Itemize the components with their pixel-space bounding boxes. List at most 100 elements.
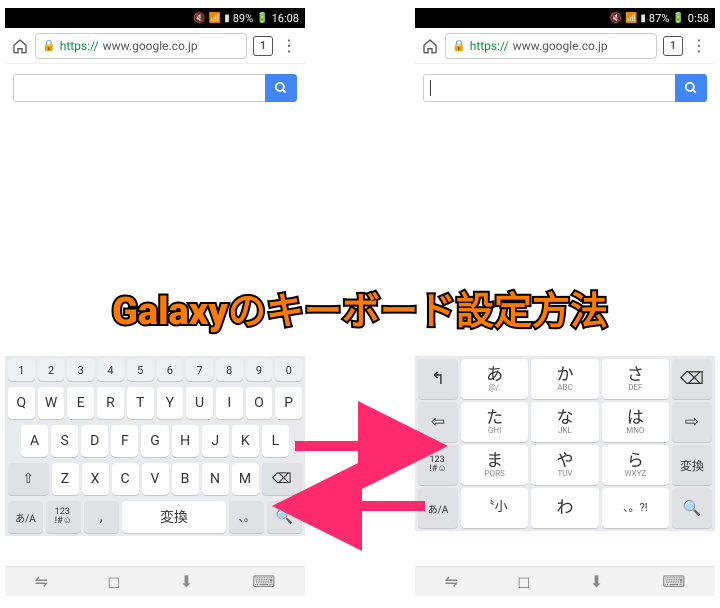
kb-key[interactable]: 2 — [38, 359, 65, 381]
search-input[interactable] — [13, 74, 265, 102]
kb-key[interactable]: 6 — [157, 359, 184, 381]
kb-key[interactable]: J — [202, 425, 229, 457]
kb-key[interactable]: Y — [157, 387, 184, 419]
kb-key[interactable]: 8 — [216, 359, 243, 381]
google-search-row — [415, 64, 715, 110]
nav-back[interactable]: ⬇ — [180, 572, 193, 591]
kb-key[interactable]: 1 — [8, 359, 35, 381]
kb-key[interactable]: 5 — [127, 359, 154, 381]
kb-key[interactable]: F — [111, 425, 138, 457]
kb-key[interactable]: N — [202, 463, 229, 495]
nav-recents[interactable]: ⇋ — [445, 572, 458, 591]
menu-button[interactable]: ⋮ — [279, 36, 299, 55]
browser-url-bar: 🔒 https://www.google.co.jp 1 ⋮ — [415, 28, 715, 64]
kb-row-numbers: 1 2 3 4 5 6 7 8 9 0 — [5, 356, 305, 384]
nav-keyboard-hide[interactable]: ⌨ — [252, 572, 275, 591]
tenkey-key[interactable]: はMNO — [602, 402, 669, 442]
tenkey-key[interactable]: わ — [531, 488, 598, 528]
kb-key[interactable]: Z — [52, 463, 79, 495]
tenkey-key[interactable]: たGHI — [461, 402, 528, 442]
tenkey-henkan[interactable]: 変換 — [672, 445, 712, 485]
battery-percent: 87% — [649, 12, 669, 25]
menu-button[interactable]: ⋮ — [689, 36, 709, 55]
status-bar: 🔇 📶 ▮ 89% 🔋 16:08 — [5, 8, 305, 28]
tab-count[interactable]: 1 — [253, 36, 273, 56]
nav-back[interactable]: ⬇ — [590, 572, 603, 591]
kb-key[interactable]: 0 — [275, 359, 302, 381]
nav-bar: ⇋ ◻ ⬇ ⌨ — [5, 566, 305, 596]
lock-icon: 🔒 — [452, 39, 466, 52]
kb-key[interactable]: U — [186, 387, 213, 419]
tenkey-key[interactable]: 〝小 — [461, 488, 528, 528]
battery-icon: 🔋 — [256, 13, 268, 24]
search-input[interactable] — [423, 74, 675, 102]
kb-key[interactable]: L — [262, 425, 289, 457]
tenkey-key[interactable]: あ@/: — [461, 359, 528, 399]
mute-icon: 🔇 — [609, 13, 621, 24]
kb-punct-key[interactable]: 、。 — [229, 501, 264, 533]
nav-home[interactable]: ◻ — [517, 572, 530, 591]
url-host: www.google.co.jp — [103, 39, 198, 53]
home-icon[interactable] — [421, 37, 439, 55]
kb-key[interactable]: V — [142, 463, 169, 495]
nav-recents[interactable]: ⇋ — [35, 572, 48, 591]
kb-key[interactable]: E — [67, 387, 94, 419]
tenkey-search[interactable]: 🔍 — [672, 488, 712, 528]
tenkey-key[interactable]: らWXYZ — [602, 445, 669, 485]
browser-url-bar: 🔒 https://www.google.co.jp 1 ⋮ — [5, 28, 305, 64]
kb-backspace-key[interactable]: ⌫ — [262, 463, 303, 495]
nav-keyboard-hide[interactable]: ⌨ — [662, 572, 685, 591]
nav-bar: ⇋ ◻ ⬇ ⌨ — [415, 566, 715, 596]
mute-icon: 🔇 — [193, 13, 205, 24]
kb-key[interactable]: 9 — [246, 359, 273, 381]
tenkey-backspace[interactable]: ⌫ — [672, 359, 712, 399]
kb-key[interactable]: O — [246, 387, 273, 419]
kb-row: Q W E R T Y U I O P — [5, 384, 305, 422]
home-icon[interactable] — [11, 37, 29, 55]
arrow-right — [290, 432, 440, 464]
keyboard-tenkey: ↰ あ@/: かABC さDEF ⌫ ⇦ たGHI なJKL はMNO ⇨ 12… — [415, 356, 715, 531]
tenkey-key[interactable]: なJKL — [531, 402, 598, 442]
nav-home[interactable]: ◻ — [107, 572, 120, 591]
kb-key[interactable]: K — [232, 425, 259, 457]
kb-key[interactable]: P — [275, 387, 302, 419]
google-search-row — [5, 64, 305, 110]
search-button[interactable] — [265, 74, 297, 102]
kb-key[interactable]: H — [172, 425, 199, 457]
tenkey-right[interactable]: ⇨ — [672, 402, 712, 442]
kb-key[interactable]: 3 — [67, 359, 94, 381]
tenkey-key[interactable]: 、。?! — [602, 488, 669, 528]
kb-key[interactable]: G — [141, 425, 168, 457]
kb-comma-key[interactable]: , — [84, 501, 119, 533]
url-field[interactable]: 🔒 https://www.google.co.jp — [445, 33, 657, 59]
url-field[interactable]: 🔒 https://www.google.co.jp — [35, 33, 247, 59]
tenkey-key[interactable]: かABC — [531, 359, 598, 399]
status-time: 16:08 — [272, 12, 299, 25]
overlay-title: Galaxyのキーボード設定方法 — [0, 280, 720, 335]
kb-symbols-key[interactable]: 123 !#☺ — [46, 501, 81, 533]
kb-lang-toggle[interactable]: あ/A — [8, 501, 43, 533]
kb-key[interactable]: B — [172, 463, 199, 495]
kb-key[interactable]: M — [232, 463, 259, 495]
kb-key[interactable]: T — [127, 387, 154, 419]
tenkey-undo[interactable]: ↰ — [418, 359, 458, 399]
tenkey-key[interactable]: さDEF — [602, 359, 669, 399]
url-https: https:// — [60, 39, 99, 53]
kb-key[interactable]: C — [112, 463, 139, 495]
kb-shift-key[interactable]: ⇧ — [8, 463, 49, 495]
kb-key[interactable]: A — [21, 425, 48, 457]
kb-key[interactable]: Q — [8, 387, 35, 419]
kb-key[interactable]: X — [82, 463, 109, 495]
kb-key[interactable]: S — [51, 425, 78, 457]
kb-key[interactable]: D — [81, 425, 108, 457]
tenkey-key[interactable]: やTUV — [531, 445, 598, 485]
tab-count[interactable]: 1 — [663, 36, 683, 56]
kb-space-key[interactable]: 変換 — [122, 501, 227, 533]
kb-key[interactable]: R — [97, 387, 124, 419]
kb-key[interactable]: W — [38, 387, 65, 419]
kb-key[interactable]: I — [216, 387, 243, 419]
tenkey-key[interactable]: まPQRS — [461, 445, 528, 485]
kb-key[interactable]: 4 — [97, 359, 124, 381]
search-button[interactable] — [675, 74, 707, 102]
kb-key[interactable]: 7 — [186, 359, 213, 381]
